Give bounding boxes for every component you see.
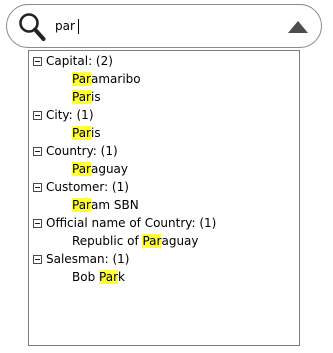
result-item[interactable]: Param SBN (72, 196, 139, 214)
search-results-list: Capital: (2) Paramaribo Paris City: (1) Pari… (28, 50, 300, 346)
result-group-label: Country: (1) (46, 144, 118, 158)
match-highlight: Par (72, 126, 91, 140)
collapse-icon[interactable] (33, 111, 42, 120)
collapse-icon[interactable] (33, 255, 42, 264)
result-item[interactable]: Paramaribo (72, 70, 141, 88)
search-box[interactable] (6, 4, 322, 48)
result-item-text: aguay (90, 162, 129, 176)
chevron-up-icon[interactable] (287, 20, 309, 34)
match-highlight: Par (72, 72, 91, 86)
search-input[interactable] (55, 16, 235, 36)
result-item[interactable]: Paris (72, 88, 101, 106)
result-group-label: City: (1) (46, 108, 94, 122)
match-highlight: Par (72, 162, 91, 176)
match-highlight: Par (72, 90, 91, 104)
result-item-text: Republic of (72, 234, 143, 248)
result-item-text: am SBN (90, 198, 139, 212)
collapse-icon[interactable] (33, 183, 42, 192)
collapse-icon[interactable] (33, 219, 42, 228)
result-group-label: Official name of Country: (1) (46, 216, 217, 230)
result-item-text: aguay (161, 234, 199, 248)
match-highlight: Par (72, 198, 91, 212)
result-group-label: Customer: (1) (46, 180, 129, 194)
result-item-text: is (90, 126, 101, 140)
search-icon[interactable] (18, 12, 46, 42)
result-group-label: Salesman: (1) (46, 252, 130, 266)
result-group-label: Capital: (2) (46, 54, 113, 68)
match-highlight: Par (142, 234, 162, 248)
match-highlight: Par (99, 270, 118, 284)
result-item[interactable]: Republic of Paraguay (72, 232, 199, 250)
collapse-icon[interactable] (33, 147, 42, 156)
result-item-text: is (90, 90, 101, 104)
result-item-text: Bob (72, 270, 100, 284)
result-item[interactable]: Paris (72, 124, 101, 142)
result-item-text: k (118, 270, 125, 284)
collapse-icon[interactable] (33, 57, 42, 66)
result-item[interactable]: Bob Park (72, 268, 125, 286)
result-item[interactable]: Paraguay (72, 160, 128, 178)
text-cursor (78, 19, 79, 34)
result-item-text: amaribo (90, 72, 141, 86)
